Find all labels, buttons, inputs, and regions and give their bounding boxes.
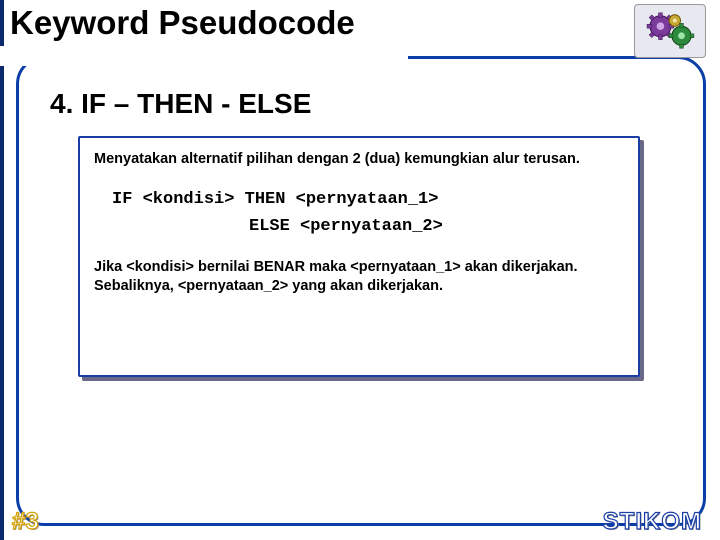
slide-number: #3: [12, 508, 39, 536]
brand-label: STIKOM: [603, 508, 702, 536]
content-box: Menyatakan alternatif pilihan dengan 2 (…: [78, 136, 640, 377]
slide: Keyword Pseudocode: [0, 0, 720, 540]
explanation-text: Jika <kondisi> bernilai BENAR maka <pern…: [94, 258, 624, 297]
code-line-1: IF <kondisi> THEN <pernyataan_1>: [112, 190, 624, 209]
title-border-cut: [0, 46, 408, 66]
section-heading: 4. IF – THEN - ELSE: [50, 88, 311, 120]
gears-icon: [634, 4, 706, 58]
slide-title: Keyword Pseudocode: [10, 4, 355, 42]
description-text: Menyatakan alternatif pilihan dengan 2 (…: [94, 150, 624, 170]
code-line-2: ELSE <pernyataan_2>: [249, 217, 624, 236]
left-accent-strip: [0, 0, 4, 540]
